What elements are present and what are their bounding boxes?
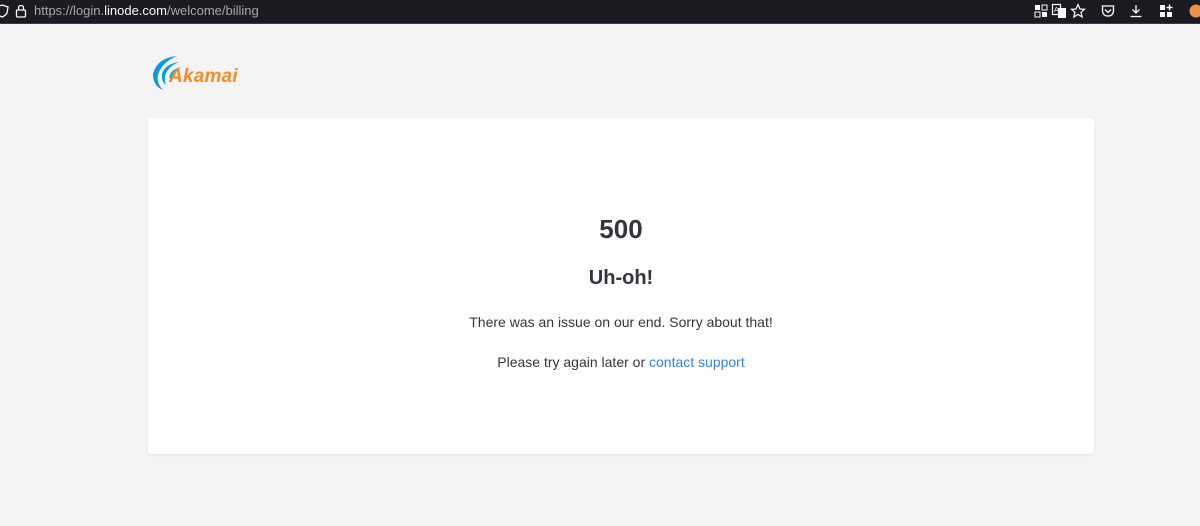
profile-icon[interactable] [1188, 3, 1200, 19]
url-domain: linode.com [104, 3, 167, 18]
apps-icon[interactable] [1158, 3, 1174, 19]
error-code: 500 [599, 214, 643, 244]
browser-toolbar: https://login.linode.com/welcome/billing… [0, 0, 1200, 24]
address-bar[interactable]: https://login.linode.com/welcome/billing [34, 3, 259, 19]
akamai-logo[interactable]: Akamai [149, 52, 249, 92]
download-icon[interactable] [1128, 3, 1144, 19]
error-title: Uh-oh! [588, 267, 654, 289]
svg-text:A: A [1054, 6, 1059, 14]
contact-support-link[interactable]: contact support [649, 354, 745, 370]
url-prefix: https://login. [34, 3, 105, 18]
logo-text: Akamai [169, 66, 238, 87]
error-message: There was an issue on our end. Sorry abo… [469, 314, 773, 330]
translate-icon[interactable]: A [1051, 3, 1067, 19]
error-card: 500 Uh-oh! There was an issue on our end… [148, 118, 1094, 454]
bookmark-star-icon[interactable] [1070, 3, 1086, 19]
url-path: /welcome/billing [166, 3, 259, 18]
extensions-grid-icon[interactable] [1033, 3, 1049, 19]
error-help-text: Please try again later or contact suppor… [148, 354, 1094, 370]
pocket-icon[interactable] [1100, 3, 1116, 19]
shield-icon[interactable] [0, 3, 10, 19]
help-prefix: Please try again later or [497, 354, 649, 370]
lock-icon[interactable] [13, 3, 29, 19]
